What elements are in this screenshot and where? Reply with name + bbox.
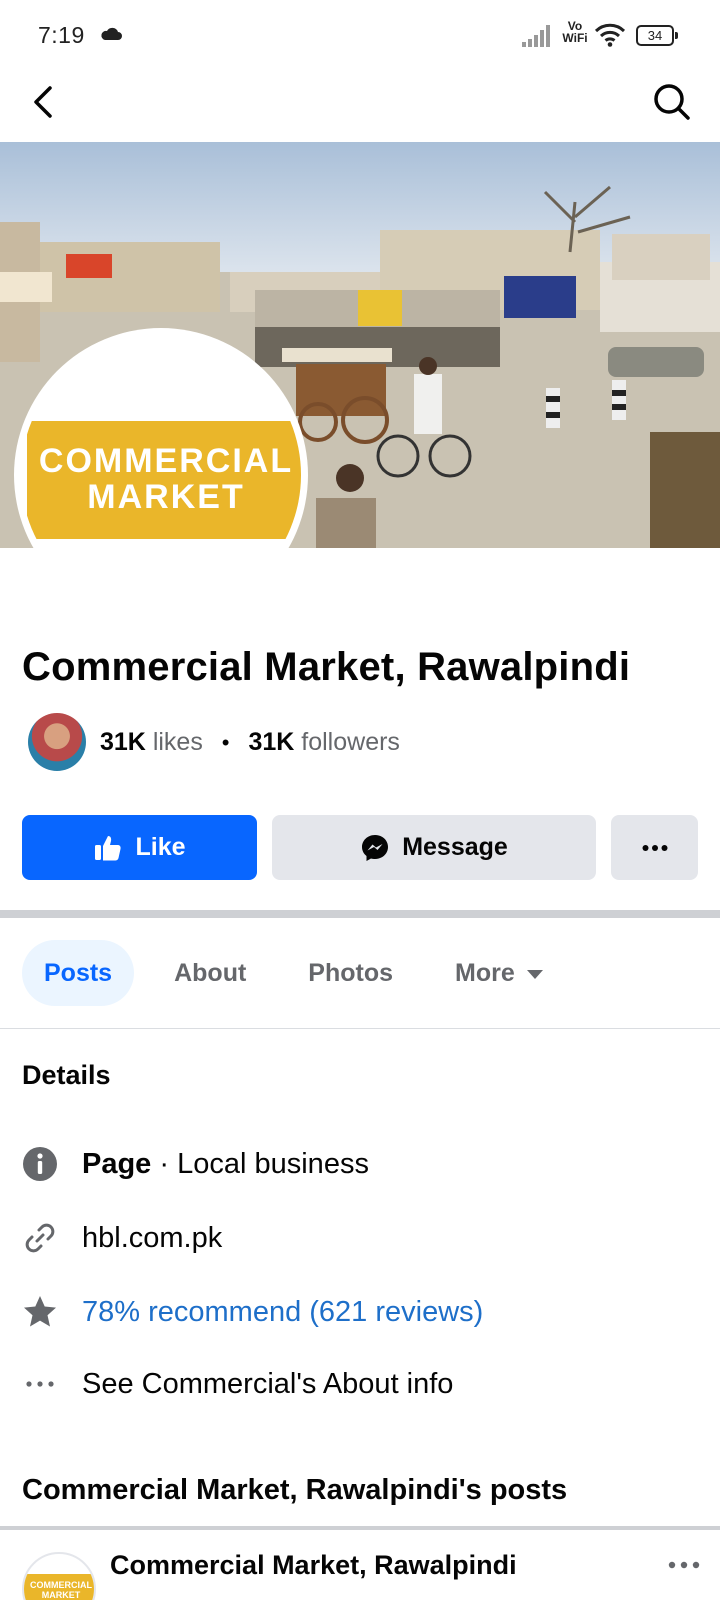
info-icon <box>23 1147 57 1181</box>
link-icon <box>25 1223 55 1253</box>
logo-line-1: COMMERCIAL <box>38 442 294 480</box>
message-label: Message <box>402 833 508 861</box>
rating-row[interactable]: 78% recommend (621 reviews) <box>22 1292 483 1332</box>
logo-line-2: MARKET <box>87 478 245 516</box>
star-icon <box>24 1296 56 1327</box>
thumbs-up-icon <box>95 835 122 860</box>
stats-row[interactable]: 31K likes • 31K followers <box>28 712 400 772</box>
caret-down-icon <box>526 970 543 979</box>
tab-more[interactable]: More <box>433 940 565 1006</box>
tab-posts[interactable]: Posts <box>22 940 135 1006</box>
search-icon <box>654 84 690 120</box>
stats-text: 31K likes • 31K followers <box>100 728 400 757</box>
tab-posts-label: Posts <box>44 958 113 987</box>
tab-about-label: About <box>174 958 247 987</box>
profile-tabs: Posts About Photos More <box>22 940 583 1006</box>
status-time: 7:19 <box>38 22 85 48</box>
logo-text: COMMERCIAL MARKET <box>27 443 301 515</box>
more-options-button[interactable] <box>611 815 698 880</box>
like-button[interactable]: Like <box>22 815 257 880</box>
website-link[interactable]: hbl.com.pk <box>82 1222 222 1255</box>
stats-separator: • <box>221 729 230 755</box>
more-horizontal-icon <box>668 1561 700 1569</box>
likes-count: 31K <box>100 727 146 756</box>
rating-link[interactable]: 78% recommend (621 reviews) <box>82 1296 483 1329</box>
post-author-name[interactable]: Commercial Market, Rawalpindi <box>110 1550 517 1581</box>
category-label: · Local business <box>151 1147 369 1180</box>
post-menu-button[interactable] <box>666 1555 702 1575</box>
battery-indicator: 34 <box>636 25 678 46</box>
posts-heading: Commercial Market, Rawalpindi's posts <box>22 1474 568 1506</box>
about-info-link[interactable]: See Commercial's About info <box>82 1368 453 1401</box>
wifi-label: WiFi <box>562 31 588 45</box>
tab-more-label: More <box>455 958 515 987</box>
followers-count: 31K <box>248 727 295 756</box>
posts-divider <box>0 1526 720 1530</box>
followers-label: followers <box>301 727 400 756</box>
more-horizontal-icon <box>642 844 667 851</box>
details-heading: Details <box>22 1060 111 1090</box>
post-avatar-logo: COMMERCIAL MARKET <box>24 1574 94 1600</box>
wifi-icon <box>594 23 626 47</box>
tab-photos-label: Photos <box>308 958 394 987</box>
chevron-left-icon <box>34 86 52 118</box>
page-title: Commercial Market, Rawalpindi <box>22 645 631 689</box>
message-button[interactable]: Message <box>272 815 596 880</box>
category-row: Page · Local business <box>22 1144 369 1184</box>
avatar <box>28 713 86 771</box>
signal-icon <box>522 25 550 47</box>
section-divider <box>0 910 720 918</box>
tab-photos[interactable]: Photos <box>286 940 415 1006</box>
likes-label: likes <box>152 727 203 756</box>
category-page-label: Page <box>82 1147 152 1180</box>
like-label: Like <box>135 833 186 861</box>
tab-about[interactable]: About <box>152 940 268 1006</box>
more-horizontal-icon <box>26 1381 54 1387</box>
messenger-icon <box>362 834 389 861</box>
status-bar: 7:19 Vo WiFi 34 <box>0 0 720 72</box>
tabs-divider <box>0 1028 720 1029</box>
cloud-icon <box>101 27 122 40</box>
about-info-row[interactable]: See Commercial's About info <box>22 1364 453 1404</box>
search-button[interactable] <box>652 82 692 122</box>
post-author-avatar[interactable]: COMMERCIAL MARKET <box>22 1552 96 1600</box>
profile-picture[interactable]: COMMERCIAL MARKET <box>14 328 308 622</box>
vowifi-indicator: Vo WiFi <box>560 20 590 44</box>
website-row[interactable]: hbl.com.pk <box>22 1218 222 1258</box>
back-button[interactable] <box>28 82 62 122</box>
profile-logo: COMMERCIAL MARKET <box>21 335 301 615</box>
